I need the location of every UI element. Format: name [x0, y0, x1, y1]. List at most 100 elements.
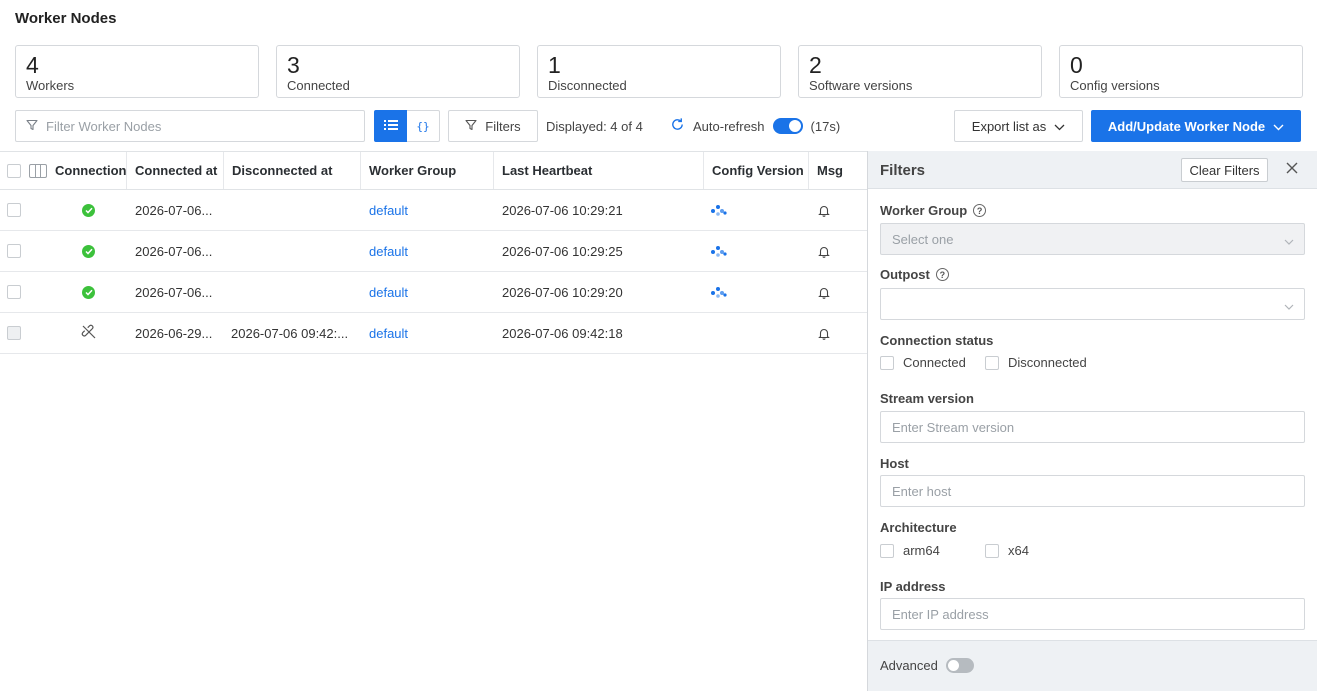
worker-group-placeholder: Select one: [892, 231, 954, 247]
connected-checkbox[interactable]: [880, 355, 894, 370]
check-circle-icon: [82, 244, 95, 258]
stat-label: Software versions: [809, 78, 913, 93]
x64-checkbox[interactable]: [985, 543, 999, 558]
search-box[interactable]: [15, 110, 365, 142]
row-checkbox[interactable]: [7, 285, 21, 299]
stat-disconnected: 1 Disconnected: [537, 45, 781, 98]
filters-panel-header: Filters Clear Filters: [868, 151, 1317, 189]
last-heartbeat-cell: 2026-07-06 10:29:21: [502, 202, 623, 218]
worker-group-label-text: Worker Group: [880, 203, 968, 218]
ip-address-input[interactable]: [880, 598, 1305, 630]
advanced-toggle-row: Advanced: [880, 658, 974, 673]
advanced-toggle[interactable]: [945, 658, 974, 673]
connection-status-cell: [82, 190, 95, 230]
worker-group-select[interactable]: Select one: [880, 223, 1305, 255]
bell-icon[interactable]: [818, 313, 830, 353]
arm64-option[interactable]: arm64: [880, 543, 985, 558]
auto-refresh-label: Auto-refresh: [693, 118, 765, 134]
stat-label: Config versions: [1070, 78, 1160, 93]
refresh-icon[interactable]: [670, 117, 685, 135]
chevron-down-icon: [1273, 119, 1284, 134]
table-row[interactable]: 2026-07-06... default 2026-07-06 10:29:2…: [0, 231, 867, 272]
row-checkbox[interactable]: [7, 244, 21, 258]
filter-icon: [26, 119, 38, 134]
worker-group-filter-label: Worker Group ?: [880, 203, 987, 218]
disconnected-option[interactable]: Disconnected: [985, 355, 1087, 370]
select-all-checkbox[interactable]: [7, 163, 21, 178]
row-checkbox[interactable]: [7, 326, 21, 340]
connected-option[interactable]: Connected: [880, 355, 985, 370]
architecture-filter-label: Architecture: [880, 520, 957, 535]
bell-icon[interactable]: [818, 272, 830, 312]
table-row[interactable]: 2026-06-29... 2026-07-06 09:42:... defau…: [0, 313, 867, 354]
connection-status-cell: [81, 313, 97, 353]
stat-connected: 3 Connected: [276, 45, 520, 98]
worker-group-link[interactable]: default: [369, 231, 408, 271]
help-icon[interactable]: ?: [935, 268, 949, 281]
bell-icon[interactable]: [818, 231, 830, 271]
bell-icon[interactable]: [818, 190, 830, 230]
filters-button[interactable]: Filters: [448, 110, 538, 142]
select-all-checkbox-cell: [7, 152, 21, 189]
list-icon: [383, 119, 398, 134]
chevron-down-icon: [1284, 233, 1294, 248]
displayed-count: Displayed: 4 of 4: [546, 119, 643, 134]
stat-label: Disconnected: [548, 78, 627, 93]
col-msg[interactable]: Msg: [808, 152, 867, 189]
connected-option-label: Connected: [903, 355, 966, 370]
col-last-heartbeat[interactable]: Last Heartbeat: [493, 152, 703, 189]
outpost-label-text: Outpost: [880, 267, 930, 282]
check-circle-icon: [82, 203, 95, 217]
stat-config-versions: 0 Config versions: [1059, 45, 1303, 98]
connected-at-cell: 2026-07-06...: [135, 202, 213, 218]
worker-group-link[interactable]: default: [369, 272, 408, 312]
last-heartbeat-cell: 2026-07-06 09:42:18: [502, 325, 623, 341]
chevron-down-icon: [1054, 119, 1065, 134]
help-icon[interactable]: ?: [973, 204, 987, 217]
table-row[interactable]: 2026-07-06... default 2026-07-06 10:29:2…: [0, 272, 867, 313]
close-icon[interactable]: [1286, 161, 1298, 179]
toolbar: {} Filters Displayed: 4 of 4 Auto-refres…: [15, 110, 1301, 142]
table-row[interactable]: 2026-07-06... default 2026-07-06 10:29:2…: [0, 190, 867, 231]
stat-value: 1: [548, 52, 561, 78]
export-list-button[interactable]: Export list as: [954, 110, 1083, 142]
add-update-worker-node-button[interactable]: Add/Update Worker Node: [1091, 110, 1301, 142]
stat-value: 4: [26, 52, 39, 78]
auto-refresh: Auto-refresh (17s): [670, 117, 840, 135]
filters-button-label: Filters: [485, 118, 521, 134]
loading-dots-icon: [710, 272, 728, 312]
stats-bar: 4 Workers 3 Connected 1 Disconnected 2 S…: [15, 45, 1303, 98]
arm64-option-label: arm64: [903, 543, 940, 558]
stat-value: 0: [1070, 52, 1083, 78]
col-worker-group[interactable]: Worker Group: [360, 152, 493, 189]
worker-group-link[interactable]: default: [369, 190, 408, 230]
x64-option[interactable]: x64: [985, 543, 1029, 558]
connection-status-filter-label: Connection status: [880, 333, 994, 348]
disconnected-checkbox[interactable]: [985, 355, 999, 370]
search-input[interactable]: [46, 118, 346, 134]
json-view-button[interactable]: {}: [407, 110, 440, 142]
col-disconnected-at[interactable]: Disconnected at: [223, 152, 360, 189]
view-toggle: {}: [374, 110, 440, 142]
outpost-select[interactable]: [880, 288, 1305, 320]
col-connected-at[interactable]: Connected at: [126, 152, 223, 189]
columns-icon: [29, 163, 47, 178]
connected-at-cell: 2026-07-06...: [135, 284, 213, 300]
host-input[interactable]: [880, 475, 1305, 507]
auto-refresh-toggle[interactable]: [772, 118, 803, 134]
disconnected-at-cell: 2026-07-06 09:42:...: [231, 325, 349, 341]
list-view-button[interactable]: [374, 110, 407, 142]
worker-group-link[interactable]: default: [369, 313, 408, 353]
column-chooser-button[interactable]: [29, 152, 47, 189]
last-heartbeat-cell: 2026-07-06 10:29:25: [502, 243, 623, 259]
filters-panel-title: Filters: [880, 162, 926, 179]
col-connection[interactable]: Connection: [55, 152, 126, 189]
connected-at-cell: 2026-07-06...: [135, 243, 213, 259]
arm64-checkbox[interactable]: [880, 543, 894, 558]
x64-option-label: x64: [1008, 543, 1029, 558]
broken-link-icon: [81, 324, 97, 343]
stream-version-input[interactable]: [880, 411, 1305, 443]
row-checkbox[interactable]: [7, 203, 21, 217]
col-config-version[interactable]: Config Version: [703, 152, 808, 189]
clear-filters-button[interactable]: Clear Filters: [1181, 158, 1268, 182]
